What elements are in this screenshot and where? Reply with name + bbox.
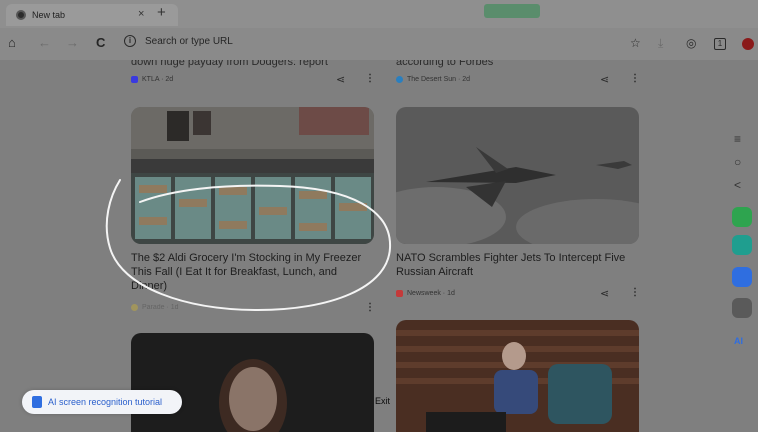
navigation-bar: ⌂ ← → C i Search or type URL ☆ ⤓ ◎ — [0, 28, 758, 60]
article-image-portrait[interactable] — [131, 333, 374, 432]
download-icon[interactable]: ⤓ — [658, 36, 663, 50]
more-options-icon[interactable]: ⋮ — [365, 73, 375, 84]
tab-count-icon[interactable]: 1 — [714, 38, 726, 50]
tab-new-tab[interactable]: New tab × — [6, 4, 178, 26]
more-options-icon[interactable]: ⋮ — [630, 73, 640, 84]
exit-button[interactable]: Exit — [375, 396, 390, 406]
article-source: KTLA · 2d — [131, 76, 173, 83]
address-bar[interactable]: i Search or type URL — [124, 35, 233, 47]
article-image-speaker[interactable] — [396, 320, 639, 432]
browser-menu-icon[interactable] — [742, 38, 754, 50]
article-source: Newsweek · 1d — [396, 290, 455, 297]
article-title-nato[interactable]: NATO Scrambles Fighter Jets To Intercept… — [396, 251, 636, 279]
back-chevron-icon[interactable]: < — [734, 178, 741, 192]
home-circle-icon[interactable]: ○ — [734, 155, 741, 169]
reload-icon[interactable]: C — [96, 35, 105, 51]
article-source: The Desert Sun · 2d — [396, 76, 470, 83]
back-icon[interactable]: ← — [38, 35, 51, 51]
status-badge — [484, 4, 540, 18]
prev-article-title-left[interactable]: down huge payday from Dodgers: report — [131, 60, 361, 69]
account-icon[interactable]: ◎ — [686, 36, 696, 50]
bookmark-star-icon[interactable]: ☆ — [630, 36, 641, 50]
desert-sun-logo-icon — [396, 76, 403, 83]
forward-icon[interactable]: → — [66, 35, 79, 51]
notes-app-icon[interactable] — [732, 235, 752, 255]
apps-grid-icon[interactable] — [732, 267, 752, 287]
share-icon[interactable]: ⋖ — [600, 287, 609, 300]
prev-article-title-right[interactable]: according to Forbes — [396, 60, 636, 69]
document-icon — [32, 396, 42, 408]
share-icon[interactable]: ⋖ — [600, 73, 609, 86]
ktla-logo-icon — [131, 76, 138, 83]
more-options-icon[interactable]: ⋮ — [630, 287, 640, 298]
pen-app-icon[interactable] — [732, 207, 752, 227]
share-icon[interactable]: ⋖ — [336, 73, 345, 86]
menu-icon[interactable]: ≡ — [734, 132, 741, 146]
ai-tutorial-label: AI screen recognition tutorial — [48, 397, 163, 407]
highlight-circle-annotation — [105, 179, 392, 312]
ai-screen-recognition-tutorial-button[interactable]: AI screen recognition tutorial — [22, 390, 182, 414]
url-placeholder[interactable]: Search or type URL — [145, 36, 233, 47]
home-icon[interactable]: ⌂ — [8, 35, 16, 51]
article-image-fighter-jet[interactable] — [396, 107, 639, 244]
browser-icon — [16, 10, 26, 20]
site-info-icon[interactable]: i — [124, 35, 136, 47]
ai-assistant-icon[interactable]: AI — [734, 336, 743, 346]
new-tab-icon[interactable]: + — [157, 4, 166, 22]
close-tab-icon[interactable]: × — [138, 8, 144, 20]
record-app-icon[interactable] — [732, 298, 752, 318]
tab-title: New tab — [32, 10, 66, 20]
tab-strip: New tab × + — [0, 0, 758, 28]
